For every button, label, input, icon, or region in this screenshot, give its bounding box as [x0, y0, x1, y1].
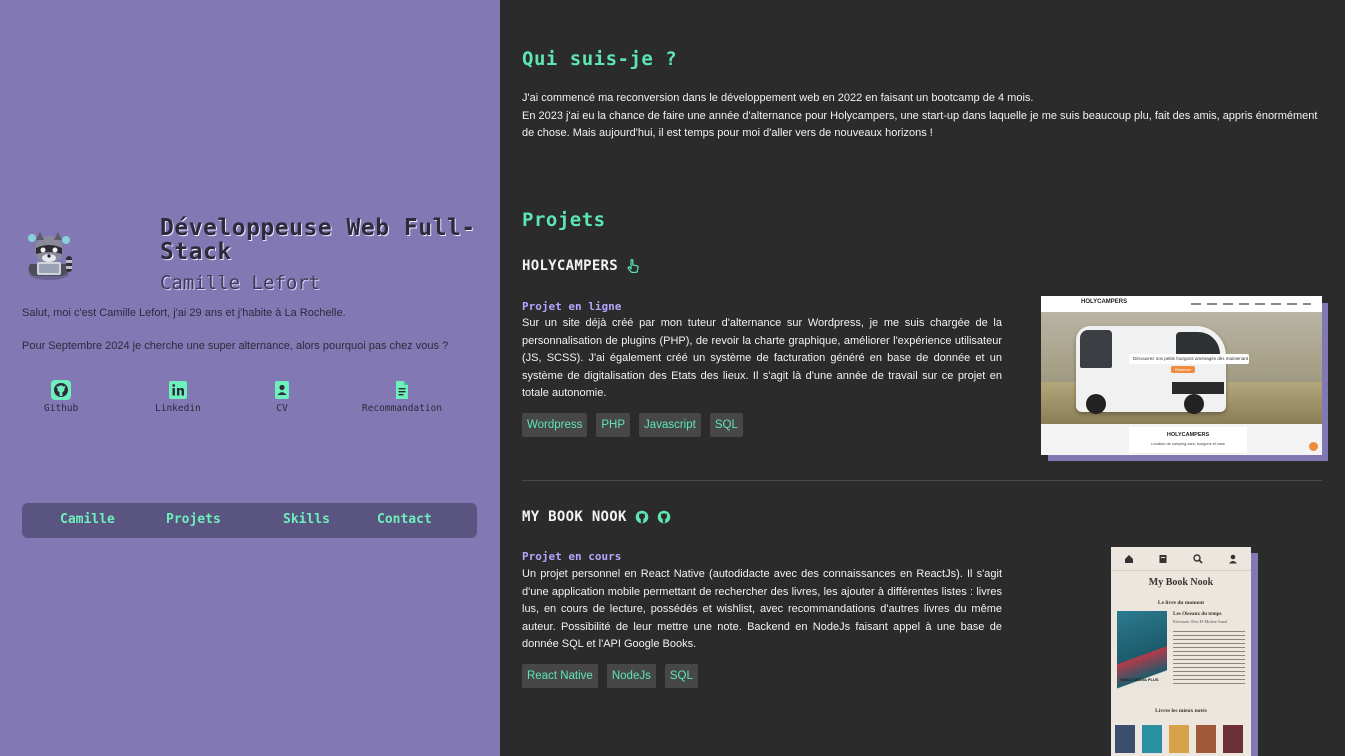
github-icon[interactable] [635, 510, 649, 524]
about-text: J'ai commencé ma reconversion dans le dé… [522, 90, 1324, 143]
shot-footer-card: HOLYCAMPERS Location de camping-cars, fo… [1129, 427, 1247, 453]
shot-book-summary [1173, 631, 1245, 687]
shot-book-thumb [1142, 725, 1162, 753]
pointer-hand-icon[interactable] [626, 259, 640, 273]
intro-text: Salut, moi c'est Camille Lefort, j'ai 29… [22, 306, 482, 372]
linkedin-link[interactable]: Linkedin [155, 380, 201, 414]
project-description: Sur un site déjà créé par mon tuteur d'a… [522, 317, 1002, 399]
projects-heading: Projets [522, 209, 606, 231]
nav-skills[interactable]: Skills [283, 512, 330, 527]
shot-section-title: Livres les mieux notés [1155, 708, 1207, 714]
cv-icon [275, 381, 289, 399]
raccoon-avatar-icon [28, 232, 72, 280]
document-icon [396, 381, 409, 399]
shot-book-thumb [1115, 725, 1135, 753]
shot-book-thumb [1169, 725, 1189, 753]
about-paragraph: J'ai commencé ma reconversion dans le dé… [522, 92, 1034, 104]
shot-book-stamp: HIBOU MÉDIA PLUS [1120, 677, 1159, 682]
nav-camille[interactable]: Camille [60, 512, 115, 527]
github-label: Github [44, 403, 79, 414]
hero: Développeuse Web Full-Stack Camille Lefo… [22, 216, 482, 296]
author-name: Camille Lefort [160, 272, 321, 294]
project-title-text: HOLYCAMPERS [522, 258, 619, 274]
recommendation-label: Recommandation [362, 403, 443, 414]
content-panel: Qui suis-je ? J'ai commencé ma reconvers… [500, 0, 1345, 756]
recommendation-link[interactable]: Recommandation [362, 380, 442, 414]
tag-nodejs: NodeJs [606, 664, 656, 688]
home-icon [1125, 555, 1133, 563]
project-title-holycampers: HOLYCAMPERS [522, 258, 640, 274]
shot-van-wheel [1184, 394, 1204, 414]
user-icon [1229, 554, 1237, 564]
project-title-text: MY BOOK NOOK [522, 509, 627, 525]
holycampers-screenshot[interactable]: HOLYCAMPERS Découvrez nos petits fourgon… [1041, 296, 1322, 455]
shot-book-thumb [1223, 725, 1243, 753]
about-heading: Qui suis-je ? [522, 48, 678, 70]
linkedin-icon [168, 381, 187, 399]
shot-section-title: Le livre du moment [1157, 600, 1205, 606]
mybooknook-screenshot[interactable]: My Book Nook Le livre du moment HIBOU MÉ… [1111, 547, 1251, 756]
nav-projets[interactable]: Projets [166, 512, 221, 527]
main-nav: Camille Projets Skills Contact [22, 503, 477, 538]
tag-javascript: Javascript [639, 413, 701, 437]
project-status: Projet en cours [522, 550, 622, 563]
shot-footer-text: Location de camping-cars, fourgons et va… [1151, 442, 1225, 446]
shot-van-wheel [1086, 394, 1106, 414]
shot-book-thumb [1196, 725, 1216, 753]
chat-bubble-icon [1309, 442, 1318, 451]
shot-header: HOLYCAMPERS [1041, 296, 1322, 312]
shot-van [1076, 326, 1226, 414]
intro-line: Salut, moi c'est Camille Lefort, j'ai 29… [22, 307, 346, 319]
shot-book-title: Les Oiseaux du temps [1173, 611, 1222, 617]
linkedin-label: Linkedin [155, 403, 201, 414]
shot-book-cover: HIBOU MÉDIA PLUS [1117, 611, 1167, 689]
github-icon[interactable] [657, 510, 671, 524]
shot-logo: HOLYCAMPERS [1081, 299, 1128, 305]
intro-line: Pour Septembre 2024 je cherche une super… [22, 340, 449, 352]
tag-sql: SQL [664, 664, 698, 688]
github-icon [51, 380, 72, 400]
tag-react-native: React Native [522, 664, 598, 688]
cv-link[interactable]: CV [272, 380, 292, 414]
page-title: Développeuse Web Full-Stack [160, 215, 476, 265]
tag-php: PHP [596, 413, 631, 437]
shot-hero-image: Découvrez nos petits fourgons aménagés d… [1041, 312, 1322, 424]
book-icon [1159, 555, 1167, 563]
cv-label: CV [276, 403, 288, 414]
tag-wordpress: Wordpress [522, 413, 588, 437]
shot-book-author: Electronic Don El-Mohtar Amal [1173, 619, 1228, 624]
shot-menu [1191, 303, 1311, 305]
nav-contact[interactable]: Contact [377, 512, 432, 527]
tag-sql: SQL [709, 413, 743, 437]
search-icon [1193, 554, 1203, 564]
social-links: Github Linkedin CV Recommandation [22, 380, 478, 420]
shot-cta: Réserver [1171, 366, 1195, 373]
project-divider [522, 480, 1322, 481]
shot-banner: Découvrez nos petits fourgons aménagés d… [1129, 354, 1249, 364]
github-link[interactable]: Github [44, 380, 78, 414]
project-description: Un projet personnel en React Native (aut… [522, 568, 1002, 650]
project-tags: React Native NodeJs SQL [522, 664, 698, 688]
profile-panel: Développeuse Web Full-Stack Camille Lefo… [0, 0, 500, 756]
shot-van-grille [1172, 382, 1224, 394]
project-status: Projet en ligne [522, 300, 622, 313]
shot-footer-logo: HOLYCAMPERS [1166, 432, 1210, 438]
project-tags: Wordpress PHP Javascript SQL [522, 413, 743, 437]
shot-tabbar [1111, 547, 1251, 571]
project-title-mybooknook: MY BOOK NOOK [522, 509, 671, 525]
shot-van-window [1080, 330, 1112, 368]
about-paragraph: En 2023 j'ai eu la chance de faire une a… [522, 109, 1318, 140]
shot-app-title: My Book Nook [1148, 577, 1214, 588]
